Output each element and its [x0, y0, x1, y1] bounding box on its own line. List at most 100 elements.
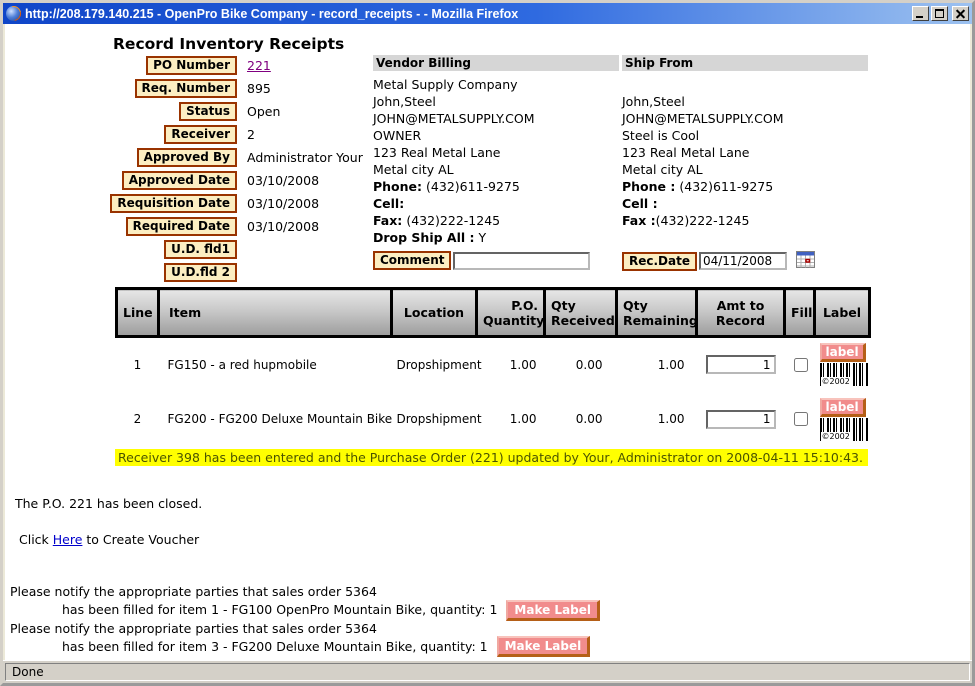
- col-header-fill: Fill: [785, 289, 815, 337]
- fill-checkbox[interactable]: [794, 358, 808, 372]
- vendor-cell: Cell:: [373, 195, 619, 212]
- minimize-button[interactable]: [912, 6, 929, 21]
- voucher-suffix: to Create Voucher: [82, 532, 199, 547]
- notification-line1: Please notify the appropriate parties th…: [10, 584, 600, 600]
- status-button[interactable]: Status: [179, 102, 237, 121]
- receiver-button[interactable]: Receiver: [164, 125, 237, 144]
- comment-row: Comment: [373, 251, 619, 270]
- ship-blank-line2: [622, 229, 868, 246]
- status-bar: Done: [3, 660, 972, 683]
- vendor-billing-section: Vendor Billing Metal Supply Company John…: [373, 55, 619, 270]
- vendor-dropship: Drop Ship All :Y: [373, 229, 619, 246]
- approved-by-button[interactable]: Approved By: [137, 148, 237, 167]
- create-voucher-link[interactable]: Here: [53, 532, 83, 547]
- col-header-item: Item: [159, 289, 392, 337]
- field-row-approved-date: Approved Date 03/10/2008: [5, 169, 375, 192]
- voucher-prefix: Click: [19, 532, 53, 547]
- header-fields: PO Number 221 Req. Number 895 Status Ope…: [5, 54, 375, 284]
- barcode-image: ©2002: [820, 418, 869, 441]
- vendor-phone: Phone:(432)611-9275: [373, 178, 619, 195]
- item-description: FG150 - a red hupmobile: [159, 337, 392, 392]
- ship-email: JOHN@METALSUPPLY.COM: [622, 110, 868, 127]
- ship-city: Metal city AL: [622, 161, 868, 178]
- field-row-status: Status Open: [5, 100, 375, 123]
- ship-phone: Phone :(432)611-9275: [622, 178, 868, 195]
- label-button[interactable]: label: [820, 343, 866, 362]
- rec-date-input[interactable]: [699, 252, 787, 270]
- po-quantity: 1.00: [477, 337, 545, 392]
- field-row-ud-fld2: U.D.fld 2: [5, 261, 375, 284]
- create-voucher-line: Click Here to Create Voucher: [19, 532, 199, 547]
- field-row-receiver: Receiver 2: [5, 123, 375, 146]
- receiver-value: 2: [247, 127, 255, 142]
- rec-date-row: Rec.Date: [622, 251, 868, 271]
- browser-window: http://208.179.140.215 - OpenPro Bike Co…: [0, 0, 975, 686]
- ud-fld2-button[interactable]: U.D.fld 2: [164, 263, 237, 282]
- col-header-qty-remaining: Qty Remaining: [617, 289, 697, 337]
- calendar-icon[interactable]: [796, 251, 815, 271]
- label-button[interactable]: label: [820, 398, 866, 417]
- window-title: http://208.179.140.215 - OpenPro Bike Co…: [25, 7, 908, 21]
- ship-cell: Cell :: [622, 195, 868, 212]
- item-description: FG200 - FG200 Deluxe Mountain Bike: [159, 392, 392, 447]
- barcode-image: ©2002: [820, 363, 869, 386]
- table-row: 1 FG150 - a red hupmobile Dropshipment 1…: [117, 337, 870, 392]
- requisition-date-value: 03/10/2008: [247, 196, 319, 211]
- table-header-row: Line Item Location P.O. Quantity Qty Rec…: [117, 289, 870, 337]
- item-location: Dropshipment: [392, 392, 477, 447]
- col-header-qty-received: Qty Received: [545, 289, 617, 337]
- vendor-title: OWNER: [373, 127, 619, 144]
- qty-remaining: 1.00: [617, 337, 697, 392]
- barcode-caption: ©2002: [821, 377, 851, 386]
- field-row-req-number: Req. Number 895: [5, 77, 375, 100]
- window-controls: [912, 6, 969, 21]
- ship-contact: John,Steel: [622, 93, 868, 110]
- requisition-date-button[interactable]: Requisition Date: [110, 194, 237, 213]
- line-number: 1: [117, 337, 159, 392]
- vendor-fax: Fax:(432)222-1245: [373, 212, 619, 229]
- approved-date-button[interactable]: Approved Date: [122, 171, 237, 190]
- field-row-approved-by: Approved By Administrator Your: [5, 146, 375, 169]
- approved-date-value: 03/10/2008: [247, 173, 319, 188]
- ship-fax: Fax :(432)222-1245: [622, 212, 868, 229]
- amt-to-record-input[interactable]: [706, 410, 776, 429]
- po-number-link[interactable]: 221: [247, 58, 271, 73]
- ud-fld1-button[interactable]: U.D. fld1: [164, 240, 237, 259]
- item-location: Dropshipment: [392, 337, 477, 392]
- req-number-button[interactable]: Req. Number: [135, 79, 237, 98]
- amt-to-record-input[interactable]: [706, 355, 776, 374]
- vendor-contact: John,Steel: [373, 93, 619, 110]
- po-number-button[interactable]: PO Number: [146, 56, 237, 75]
- comment-input[interactable]: [453, 252, 590, 270]
- status-text: Done: [5, 663, 970, 681]
- field-row-requisition-date: Requisition Date 03/10/2008: [5, 192, 375, 215]
- close-button[interactable]: [952, 6, 969, 21]
- notifications: Please notify the appropriate parties th…: [10, 584, 600, 657]
- minimize-icon: [916, 16, 923, 18]
- po-quantity: 1.00: [477, 392, 545, 447]
- po-closed-message: The P.O. 221 has been closed.: [15, 496, 202, 511]
- line-number: 2: [117, 392, 159, 447]
- status-value: Open: [247, 104, 280, 119]
- make-label-button[interactable]: Make Label: [506, 600, 600, 621]
- req-number-value: 895: [247, 81, 271, 96]
- rec-date-button[interactable]: Rec.Date: [622, 252, 697, 271]
- field-row-po-number: PO Number 221: [5, 54, 375, 77]
- notification-line2: has been filled for item 1 - FG100 OpenP…: [10, 600, 600, 621]
- comment-button[interactable]: Comment: [373, 251, 451, 270]
- maximize-button[interactable]: [931, 6, 948, 21]
- make-label-button[interactable]: Make Label: [497, 636, 591, 657]
- fill-checkbox[interactable]: [794, 412, 808, 426]
- vendor-billing-header: Vendor Billing: [373, 55, 619, 71]
- required-date-button[interactable]: Required Date: [126, 217, 237, 236]
- field-row-required-date: Required Date 03/10/2008: [5, 215, 375, 238]
- barcode-caption: ©2002: [821, 432, 851, 441]
- firefox-icon: [6, 6, 21, 21]
- receipt-items-table: Line Item Location P.O. Quantity Qty Rec…: [115, 287, 871, 447]
- notification-line1: Please notify the appropriate parties th…: [10, 621, 600, 637]
- qty-remaining: 1.00: [617, 392, 697, 447]
- col-header-label: Label: [815, 289, 870, 337]
- titlebar: http://208.179.140.215 - OpenPro Bike Co…: [3, 3, 972, 24]
- ship-from-section: Ship From John,Steel JOHN@METALSUPPLY.CO…: [622, 55, 868, 271]
- ship-slogan: Steel is Cool: [622, 127, 868, 144]
